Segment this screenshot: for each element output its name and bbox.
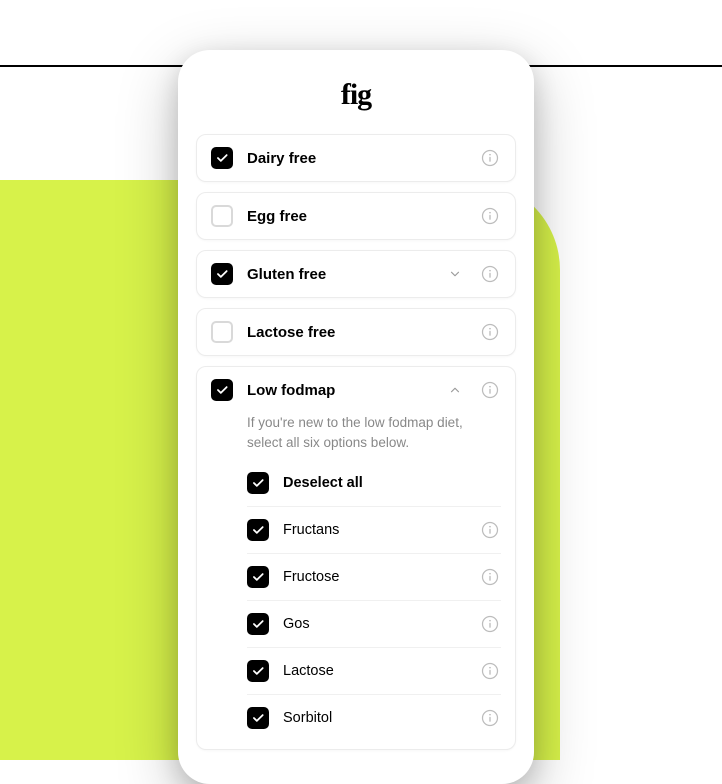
low-fodmap-hint: If you're new to the low fodmap diet, se… [247, 413, 501, 452]
deselect-all-row[interactable]: Deselect all [247, 468, 501, 506]
filter-item-low-fodmap: Low fodmap If you're new to the low fodm… [196, 366, 516, 750]
deselect-all-label: Deselect all [283, 475, 501, 491]
filter-item-egg-free[interactable]: Egg free [196, 192, 516, 240]
filter-label: Lactose free [247, 324, 465, 341]
sub-item-fructose[interactable]: Fructose [247, 553, 501, 600]
sub-item-label: Sorbitol [283, 710, 465, 726]
low-fodmap-sub-panel: If you're new to the low fodmap diet, se… [197, 413, 515, 749]
checkbox-fructans[interactable] [247, 519, 269, 541]
filter-item-dairy-free[interactable]: Dairy free [196, 134, 516, 182]
filter-item-lactose-free[interactable]: Lactose free [196, 308, 516, 356]
sub-item-label: Fructans [283, 522, 465, 538]
sub-item-label: Fructose [283, 569, 465, 585]
filter-label: Dairy free [247, 150, 465, 167]
chevron-up-icon[interactable] [445, 380, 465, 400]
checkbox-deselect-all[interactable] [247, 472, 269, 494]
checkbox-gluten-free[interactable] [211, 263, 233, 285]
checkbox-egg-free[interactable] [211, 205, 233, 227]
info-icon[interactable] [479, 566, 501, 588]
checkbox-low-fodmap[interactable] [211, 379, 233, 401]
info-icon[interactable] [479, 707, 501, 729]
checkbox-lactose-free[interactable] [211, 321, 233, 343]
info-icon[interactable] [479, 205, 501, 227]
info-icon[interactable] [479, 147, 501, 169]
info-icon[interactable] [479, 613, 501, 635]
filter-label: Egg free [247, 208, 465, 225]
checkbox-sorbitol[interactable] [247, 707, 269, 729]
app-logo: fig [341, 78, 371, 111]
checkbox-gos[interactable] [247, 613, 269, 635]
sub-item-label: Lactose [283, 663, 465, 679]
chevron-down-icon[interactable] [445, 264, 465, 284]
sub-item-gos[interactable]: Gos [247, 600, 501, 647]
sub-item-sorbitol[interactable]: Sorbitol [247, 694, 501, 741]
info-icon[interactable] [479, 321, 501, 343]
phone-mockup: fig Dairy free Egg free [178, 50, 534, 784]
app-header: fig [178, 50, 534, 134]
sub-item-label: Gos [283, 616, 465, 632]
sub-item-lactose[interactable]: Lactose [247, 647, 501, 694]
filter-item-low-fodmap-header[interactable]: Low fodmap [197, 367, 515, 413]
info-icon[interactable] [479, 379, 501, 401]
checkbox-dairy-free[interactable] [211, 147, 233, 169]
filter-label: Low fodmap [247, 382, 431, 399]
checkbox-lactose[interactable] [247, 660, 269, 682]
filter-label: Gluten free [247, 266, 431, 283]
info-icon[interactable] [479, 263, 501, 285]
diet-filter-list: Dairy free Egg free Gluten f [178, 134, 534, 750]
checkbox-fructose[interactable] [247, 566, 269, 588]
sub-item-fructans[interactable]: Fructans [247, 506, 501, 553]
filter-item-gluten-free[interactable]: Gluten free [196, 250, 516, 298]
info-icon[interactable] [479, 660, 501, 682]
info-icon[interactable] [479, 519, 501, 541]
